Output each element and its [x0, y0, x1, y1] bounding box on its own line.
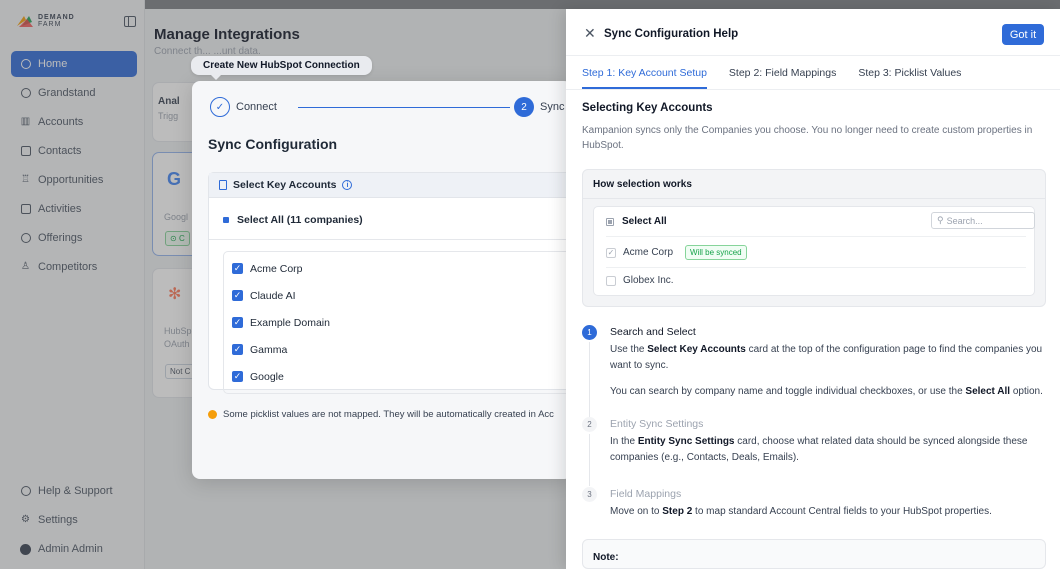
tab-picklist-values[interactable]: Step 3: Picklist Values	[858, 67, 961, 89]
list-icon	[219, 180, 227, 190]
sync-wizard-modal: ✓ Connect 2 Sync Sync Configuration Sele…	[192, 81, 572, 479]
step-title: Entity Sync Settings	[610, 418, 704, 430]
section-title: Selecting Key Accounts	[582, 102, 713, 114]
company-name: Acme Corp	[250, 262, 303, 275]
step-label-connect: Connect	[236, 101, 277, 113]
will-be-synced-badge: Will be synced	[685, 245, 747, 260]
select-all-toggle[interactable]: Select All (11 companies)	[223, 214, 363, 226]
search-icon: ⚲	[937, 215, 944, 225]
indeterminate-checkbox-icon	[606, 217, 614, 226]
warning-icon	[208, 410, 217, 419]
checkbox-checked-icon[interactable]: ✓	[232, 344, 243, 355]
step-connector	[589, 342, 590, 418]
divider	[566, 89, 1060, 90]
list-item[interactable]: ✓ Claude AI	[232, 282, 572, 309]
step-connector	[589, 434, 590, 486]
step-complete-check-icon: ✓	[210, 97, 230, 117]
company-name: Google	[250, 370, 284, 383]
step-body: In the Entity Sync Settings card, choose…	[610, 436, 1028, 463]
indeterminate-checkbox-icon	[223, 217, 229, 223]
key-accounts-title: Select Key Accounts	[233, 179, 337, 191]
sync-help-panel: ✕ Sync Configuration Help Got it Step 1:…	[566, 9, 1060, 569]
search-placeholder: Search...	[946, 215, 983, 226]
checkbox-checked-icon[interactable]: ✓	[232, 290, 243, 301]
company-name: Gamma	[250, 343, 288, 356]
checkbox-checked-icon[interactable]: ✓	[232, 317, 243, 328]
step-body: Move on to Step 2 to map standard Accoun…	[610, 506, 992, 517]
step-number-badge: 1	[582, 325, 597, 340]
divider	[606, 267, 1026, 268]
step-title: Field Mappings	[610, 488, 682, 500]
wizard-stepper: ✓ Connect 2 Sync	[210, 97, 572, 119]
divider	[566, 55, 1060, 56]
demo-select-all: Select All	[606, 216, 667, 227]
how-selection-title: How selection works	[593, 179, 692, 190]
close-icon[interactable]: ✕	[584, 26, 596, 40]
step-number-badge: 2	[582, 417, 597, 432]
company-name: Example Domain	[250, 316, 330, 329]
list-item[interactable]: ✓ Acme Corp	[232, 255, 572, 282]
selection-demo: Select All ⚲ Search... ✓ Acme Corp Will …	[593, 206, 1035, 296]
got-it-button[interactable]: Got it	[1002, 24, 1044, 45]
tab-key-account-setup[interactable]: Step 1: Key Account Setup	[582, 67, 707, 89]
list-item[interactable]: ✓ Example Domain	[232, 309, 572, 336]
step-body: You can search by company name and toggl…	[610, 386, 1043, 397]
company-name: Claude AI	[250, 289, 296, 302]
create-connection-tooltip: Create New HubSpot Connection	[191, 56, 372, 80]
checkbox-checked-icon[interactable]: ✓	[232, 371, 243, 382]
list-item[interactable]: ✓ Gamma	[232, 336, 572, 363]
demo-select-all-label: Select All	[622, 216, 667, 227]
step-label-sync: Sync	[540, 101, 565, 113]
checkbox-empty-icon	[606, 275, 616, 286]
wizard-title: Sync Configuration	[208, 136, 338, 152]
top-strip	[145, 0, 1060, 9]
warning-text: Some picklist values are not mapped. The…	[223, 409, 554, 420]
demo-company: Acme Corp	[623, 247, 674, 258]
list-item[interactable]: ✓ Google	[232, 363, 572, 390]
stepper-line	[298, 107, 510, 108]
section-description: Kampanion syncs only the Companies you c…	[582, 125, 1033, 151]
step-number-badge: 3	[582, 487, 597, 502]
how-selection-works-box: How selection works Select All ⚲ Search.…	[582, 169, 1046, 307]
demo-search-input: ⚲ Search...	[931, 212, 1035, 229]
checkbox-checked-icon[interactable]: ✓	[232, 263, 243, 274]
divider	[583, 198, 1045, 199]
company-list: ✓ Acme Corp ✓ Claude AI ✓ Example Domain ✓ G…	[223, 251, 572, 394]
info-icon[interactable]: i	[342, 180, 353, 190]
note-label: Note:	[593, 552, 619, 563]
select-all-label: Select All (11 companies)	[237, 214, 363, 226]
help-tabs: Step 1: Key Account Setup Step 2: Field …	[582, 67, 961, 89]
demo-row-selected: ✓ Acme Corp Will be synced	[606, 245, 747, 260]
note-box: Note:	[582, 539, 1046, 569]
divider	[209, 239, 572, 240]
divider	[606, 236, 1026, 237]
checkbox-checked-icon: ✓	[606, 247, 616, 258]
key-accounts-header: Select Key Accounts i	[209, 173, 572, 198]
step-title: Search and Select	[610, 326, 696, 338]
step-body: Use the Select Key Accounts card at the …	[610, 344, 1043, 371]
demo-company: Globex Inc.	[623, 275, 674, 286]
demo-row-unselected: Globex Inc.	[606, 275, 674, 286]
step-number: 2	[514, 97, 534, 117]
tab-field-mappings[interactable]: Step 2: Field Mappings	[729, 67, 836, 89]
key-accounts-card: Select Key Accounts i Select All (11 com…	[208, 172, 572, 394]
picklist-warning: Some picklist values are not mapped. The…	[208, 409, 554, 420]
panel-title: Sync Configuration Help	[604, 28, 739, 40]
